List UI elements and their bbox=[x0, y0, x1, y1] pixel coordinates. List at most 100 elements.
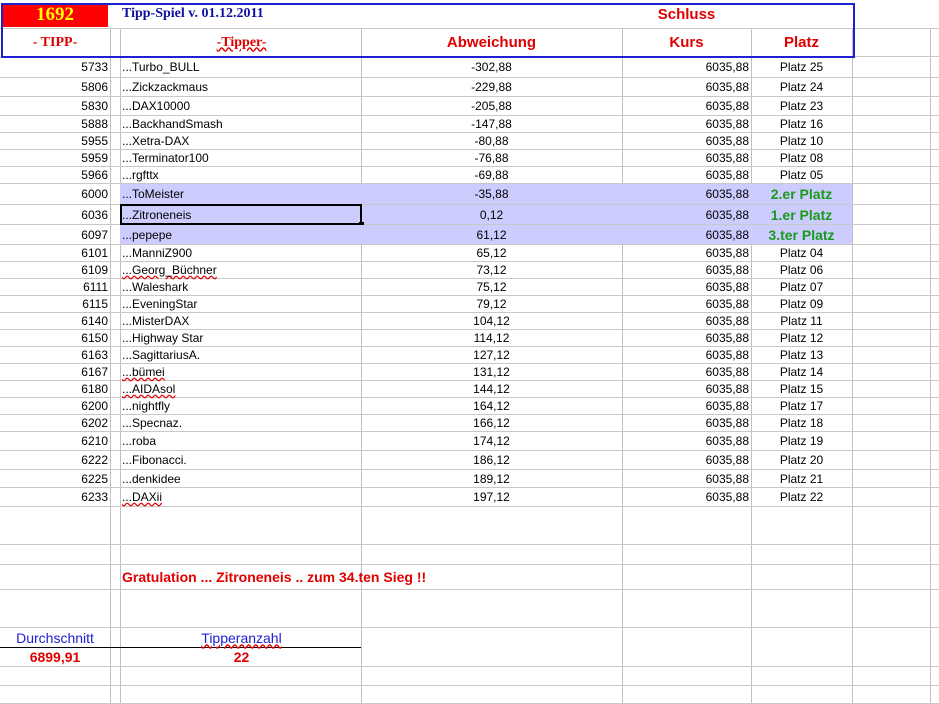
platz-value[interactable]: 3.ter Platz bbox=[768, 227, 834, 243]
abweichung-value[interactable]: 75,12 bbox=[476, 280, 506, 294]
abweichung-value[interactable]: 164,12 bbox=[473, 399, 510, 413]
kurs-value[interactable]: 6035,88 bbox=[706, 228, 749, 242]
platz-value[interactable]: Platz 16 bbox=[780, 117, 823, 131]
kurs-value[interactable]: 6035,88 bbox=[706, 472, 749, 486]
tipper-name[interactable]: ...Highway Star bbox=[122, 331, 203, 345]
platz-value[interactable]: Platz 23 bbox=[780, 99, 823, 113]
tipper-name[interactable]: ...nightfly bbox=[122, 399, 170, 413]
tipper-name[interactable]: ...Terminator100 bbox=[122, 151, 209, 165]
tipp-value[interactable]: 6101 bbox=[81, 246, 108, 260]
tipp-value[interactable]: 6109 bbox=[81, 263, 108, 277]
tipper-name[interactable]: ...ToMeister bbox=[122, 187, 184, 201]
tipper-name[interactable]: ...MisterDAX bbox=[122, 314, 189, 328]
tipp-value[interactable]: 5888 bbox=[81, 117, 108, 131]
abweichung-value[interactable]: -76,88 bbox=[474, 151, 508, 165]
tipp-value[interactable]: 6000 bbox=[81, 187, 108, 201]
platz-value[interactable]: Platz 15 bbox=[780, 382, 823, 396]
kurs-value[interactable]: 6035,88 bbox=[706, 263, 749, 277]
tipper-name[interactable]: ...Fibonacci. bbox=[122, 453, 187, 467]
kurs-value[interactable]: 6035,88 bbox=[706, 348, 749, 362]
abweichung-value[interactable]: -205,88 bbox=[471, 99, 512, 113]
abweichung-value[interactable]: 127,12 bbox=[473, 348, 510, 362]
tipp-value[interactable]: 6163 bbox=[81, 348, 108, 362]
platz-value[interactable]: Platz 14 bbox=[780, 365, 823, 379]
tipper-name[interactable]: ...Turbo_BULL bbox=[122, 60, 200, 74]
platz-value[interactable]: Platz 20 bbox=[780, 453, 823, 467]
abweichung-value[interactable]: 114,12 bbox=[474, 331, 510, 345]
kurs-value[interactable]: 6035,88 bbox=[706, 60, 749, 74]
tipper-name[interactable]: ...Waleshark bbox=[122, 280, 188, 294]
tipp-value[interactable]: 6225 bbox=[81, 472, 108, 486]
kurs-value[interactable]: 6035,88 bbox=[706, 168, 749, 182]
abweichung-value[interactable]: 73,12 bbox=[476, 263, 506, 277]
kurs-value[interactable]: 6035,88 bbox=[706, 314, 749, 328]
platz-value[interactable]: Platz 12 bbox=[780, 331, 823, 345]
tipp-value[interactable]: 5733 bbox=[81, 60, 108, 74]
kurs-value[interactable]: 6035,88 bbox=[706, 280, 749, 294]
abweichung-value[interactable]: 174,12 bbox=[473, 434, 510, 448]
platz-value[interactable]: Platz 09 bbox=[780, 297, 823, 311]
abweichung-value[interactable]: -35,88 bbox=[474, 187, 508, 201]
abweichung-value[interactable]: 65,12 bbox=[476, 246, 506, 260]
kurs-value[interactable]: 6035,88 bbox=[706, 80, 749, 94]
tipp-value[interactable]: 6180 bbox=[81, 382, 108, 396]
abweichung-value[interactable]: 61,12 bbox=[476, 228, 506, 242]
kurs-value[interactable]: 6035,88 bbox=[706, 208, 749, 222]
abweichung-value[interactable]: -302,88 bbox=[471, 60, 512, 74]
abweichung-value[interactable]: 197,12 bbox=[473, 490, 510, 504]
kurs-value[interactable]: 6035,88 bbox=[706, 99, 749, 113]
kurs-value[interactable]: 6035,88 bbox=[706, 382, 749, 396]
tipp-value[interactable]: 6210 bbox=[81, 434, 108, 448]
platz-value[interactable]: Platz 10 bbox=[780, 134, 823, 148]
platz-value[interactable]: Platz 19 bbox=[780, 434, 823, 448]
platz-value[interactable]: Platz 05 bbox=[780, 168, 823, 182]
tipp-value[interactable]: 6150 bbox=[81, 331, 108, 345]
abweichung-value[interactable]: -229,88 bbox=[471, 80, 512, 94]
abweichung-value[interactable]: 131,12 bbox=[473, 365, 510, 379]
tipper-name[interactable]: ...EveningStar bbox=[122, 297, 197, 311]
tipp-value[interactable]: 5830 bbox=[81, 99, 108, 113]
tipper-name[interactable]: ...SagittariusA. bbox=[122, 348, 200, 362]
kurs-value[interactable]: 6035,88 bbox=[706, 490, 749, 504]
kurs-value[interactable]: 6035,88 bbox=[706, 187, 749, 201]
tipper-name[interactable]: ...AIDAsol bbox=[122, 382, 175, 396]
tipper-name[interactable]: ...ManniZ900 bbox=[122, 246, 192, 260]
tipper-name[interactable]: ...denkidee bbox=[122, 472, 181, 486]
tipp-value[interactable]: 6140 bbox=[81, 314, 108, 328]
tipper-name[interactable]: ...DAX10000 bbox=[122, 99, 190, 113]
abweichung-value[interactable]: 144,12 bbox=[473, 382, 510, 396]
platz-value[interactable]: Platz 21 bbox=[780, 472, 823, 486]
kurs-value[interactable]: 6035,88 bbox=[706, 399, 749, 413]
tipper-name[interactable]: ...Specnaz. bbox=[122, 416, 182, 430]
tipper-name[interactable]: ...Georg_Büchner bbox=[122, 263, 217, 277]
tipper-name[interactable]: ...pepepe bbox=[122, 228, 172, 242]
tipper-name[interactable]: ...DAXii bbox=[122, 490, 162, 504]
kurs-value[interactable]: 6035,88 bbox=[706, 331, 749, 345]
abweichung-value[interactable]: -80,88 bbox=[474, 134, 508, 148]
platz-value[interactable]: 1.er Platz bbox=[771, 207, 832, 223]
platz-value[interactable]: Platz 25 bbox=[780, 60, 823, 74]
abweichung-value[interactable]: -147,88 bbox=[471, 117, 512, 131]
platz-value[interactable]: Platz 11 bbox=[780, 314, 822, 328]
platz-value[interactable]: Platz 17 bbox=[780, 399, 823, 413]
kurs-value[interactable]: 6035,88 bbox=[706, 434, 749, 448]
tipp-value[interactable]: 6097 bbox=[81, 228, 108, 242]
platz-value[interactable]: Platz 24 bbox=[780, 80, 823, 94]
tipp-value[interactable]: 6200 bbox=[81, 399, 108, 413]
tipp-value[interactable]: 6233 bbox=[81, 490, 108, 504]
tipper-name[interactable]: ...Zickzackmaus bbox=[122, 80, 208, 94]
kurs-value[interactable]: 6035,88 bbox=[706, 117, 749, 131]
kurs-value[interactable]: 6035,88 bbox=[706, 297, 749, 311]
selected-cell[interactable] bbox=[120, 204, 364, 227]
kurs-value[interactable]: 6035,88 bbox=[706, 453, 749, 467]
platz-value[interactable]: Platz 22 bbox=[780, 490, 823, 504]
abweichung-value[interactable]: 104,12 bbox=[473, 314, 510, 328]
tipp-value[interactable]: 6202 bbox=[81, 416, 108, 430]
kurs-value[interactable]: 6035,88 bbox=[706, 365, 749, 379]
tipp-value[interactable]: 5955 bbox=[81, 134, 108, 148]
tipp-value[interactable]: 6115 bbox=[82, 297, 108, 311]
abweichung-value[interactable]: 166,12 bbox=[473, 416, 510, 430]
tipper-name[interactable]: ...bümei bbox=[122, 365, 165, 379]
platz-value[interactable]: Platz 13 bbox=[780, 348, 823, 362]
kurs-value[interactable]: 6035,88 bbox=[706, 246, 749, 260]
